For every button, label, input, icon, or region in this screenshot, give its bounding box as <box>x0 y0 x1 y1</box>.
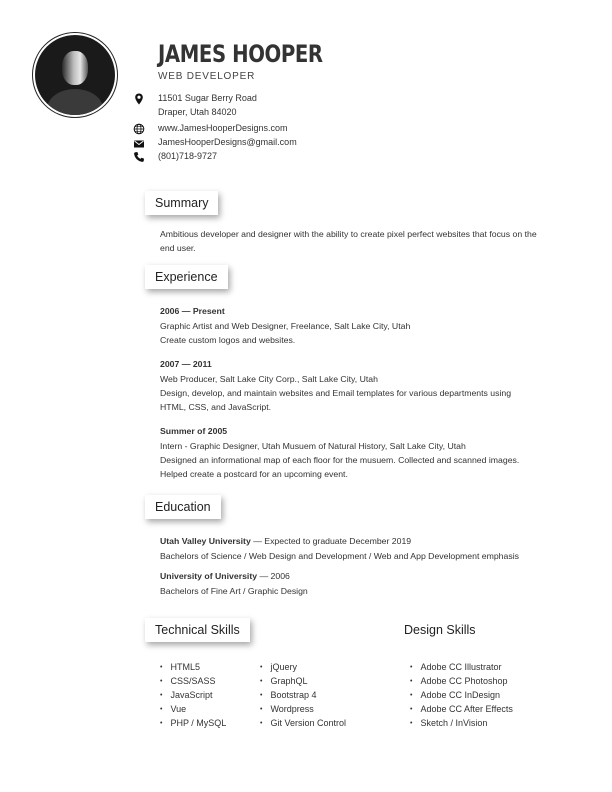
school-1: Utah Valley University — Expected to gra… <box>160 534 411 548</box>
school-2-note: — 2006 <box>257 571 290 581</box>
list-item: JavaScript <box>160 688 226 702</box>
summary-line-1: Ambitious developer and designer with th… <box>160 229 537 239</box>
list-item: Adobe CC After Effects <box>410 702 512 716</box>
job-2-dates: 2007 — 2011 <box>160 359 212 369</box>
school-2-name: University of University <box>160 571 258 581</box>
school-1-degree: Bachelors of Science / Web Design and De… <box>160 551 519 561</box>
summary-heading: Summary <box>145 191 219 215</box>
list-item: PHP / MySQL <box>160 716 226 730</box>
avatar-shoulders <box>47 89 103 115</box>
avatar-head <box>62 51 88 85</box>
technical-skills-col-1: HTML5 CSS/SASS JavaScript Vue PHP / MySQ… <box>160 660 226 730</box>
job-1-line-2: Create custom logos and websites. <box>160 335 296 345</box>
experience-heading: Experience <box>145 265 228 289</box>
list-item: jQuery <box>260 660 346 674</box>
summary-line-2: end user. <box>160 243 196 253</box>
website-link[interactable]: www.JamesHooperDesigns.com <box>158 123 288 133</box>
list-item: Git Version Control <box>260 716 346 730</box>
list-item: Wordpress <box>260 702 346 716</box>
job-1-dates: 2006 — Present <box>160 306 225 316</box>
job-2-line-1: Web Producer, Salt Lake City Corp., Salt… <box>160 374 378 384</box>
phone-number: (801)718-9727 <box>158 151 218 161</box>
list-item: Vue <box>160 702 226 716</box>
school-1-name: Utah Valley University <box>160 536 251 546</box>
email-link[interactable]: JamesHooperDesigns@gmail.com <box>158 137 297 147</box>
address-line-1: 11501 Sugar Berry Road <box>158 93 257 103</box>
list-item: Bootstrap 4 <box>260 688 346 702</box>
address-line-2: Draper, Utah 84020 <box>158 107 237 117</box>
job-2-line-2: Design, develop, and maintain websites a… <box>160 388 512 398</box>
avatar <box>35 35 115 115</box>
envelope-icon <box>134 140 144 148</box>
map-pin-icon <box>135 93 143 105</box>
list-item: CSS/SASS <box>160 674 226 688</box>
list-item: Adobe CC InDesign <box>410 688 513 702</box>
technical-skills-heading: Technical Skills <box>145 618 250 642</box>
globe-icon <box>133 123 145 135</box>
school-2: University of University — 2006 <box>160 569 290 583</box>
school-2-degree: Bachelors of Fine Art / Graphic Design <box>160 586 308 596</box>
job-1-line-1: Graphic Artist and Web Designer, Freelan… <box>160 321 411 331</box>
technical-skills-col-2: jQuery GraphQL Bootstrap 4 Wordpress Git… <box>260 660 346 730</box>
education-heading: Education <box>145 495 221 519</box>
job-3-line-2: Designed an informational map of each fl… <box>160 455 520 465</box>
list-item: Adobe CC Photoshop <box>410 674 513 688</box>
phone-icon <box>134 152 144 162</box>
person-name: JAMES HOOPER <box>158 40 323 68</box>
job-title: WEB DEVELOPER <box>158 71 256 82</box>
design-skills-list: Adobe CC Illustrator Adobe CC Photoshop … <box>410 660 513 730</box>
design-skills-heading: Design Skills <box>404 623 476 637</box>
job-3-line-3: Helped create a postcard for an upcoming… <box>160 469 348 479</box>
school-1-note: — Expected to graduate December 2019 <box>250 536 412 546</box>
list-item: Adobe CC Illustrator <box>410 660 513 674</box>
job-2-line-3: HTML, CSS, and JavaScript. <box>160 402 272 412</box>
list-item: Sketch / InVision <box>410 716 513 730</box>
list-item: HTML5 <box>160 660 226 674</box>
job-3-line-1: Intern - Graphic Designer, Utah Musuem o… <box>160 441 466 451</box>
list-item: GraphQL <box>260 674 346 688</box>
job-3-dates: Summer of 2005 <box>160 426 228 436</box>
